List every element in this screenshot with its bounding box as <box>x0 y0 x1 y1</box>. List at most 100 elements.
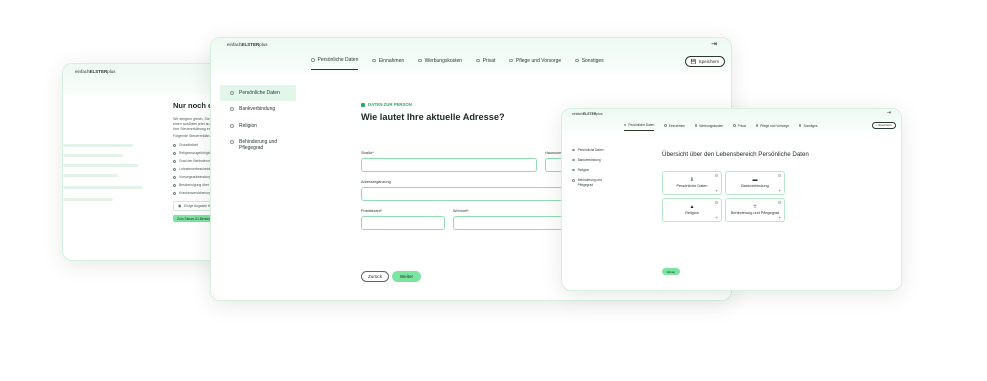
sidebar-item-behinderung[interactable]: Behinderung und Pflegegrad <box>572 175 606 189</box>
logout-icon[interactable]: ⇥ <box>711 40 717 48</box>
tab-sonstiges[interactable]: Sonstiges <box>575 57 604 70</box>
tab-privat[interactable]: Privat <box>476 57 495 70</box>
tab-label: Sonstiges <box>803 123 818 128</box>
list-item-label: Krankenversicherungs <box>179 191 213 195</box>
add-icon: + <box>715 188 718 193</box>
tab-einnahmen[interactable]: Einnahmen <box>372 57 404 70</box>
app-logo: einfachELSTERplus <box>227 42 268 47</box>
status-icon <box>572 148 575 152</box>
intro-line: Wir steigern gleich, Sie <box>173 117 210 121</box>
street-input[interactable] <box>361 158 537 172</box>
card-behinderung[interactable]: ☥ Behinderung und Pflegegrad + <box>725 198 785 222</box>
sidebar-item-religion[interactable]: Religion <box>220 118 296 134</box>
section-label: DATEN ZUR PERSON <box>361 102 412 107</box>
tab-werbungskosten[interactable]: Werbungskosten <box>418 57 462 70</box>
save-button[interactable]: ▪ Speichern <box>872 122 896 129</box>
tab-status-icon <box>799 124 802 127</box>
tab-persoenliche-daten[interactable]: Persönliche Daten <box>311 57 359 70</box>
church-icon: ▲ <box>689 204 695 210</box>
status-icon <box>572 178 575 182</box>
bullet-icon <box>173 159 176 163</box>
sidebar-item-persoenliche-daten[interactable]: Persönliche Daten <box>572 145 606 155</box>
list-item: Bescheinigung über <box>173 183 209 187</box>
info-icon: ℹ <box>691 177 693 183</box>
card-label: Persönliche Daten <box>676 184 708 188</box>
tab-werbungskosten[interactable]: Werbungskosten <box>694 123 723 131</box>
logo-prefix: einfach <box>75 69 90 74</box>
logo-name: ELSTER <box>89 69 108 74</box>
tab-label: Pflege und Vorsorge <box>515 57 562 64</box>
house-number-label: Hausnum <box>545 151 562 155</box>
info-icon: ▣ <box>178 204 182 208</box>
tab-pflege-vorsorge[interactable]: Pflege und Vorsorge <box>755 123 789 131</box>
logo-suffix: plus <box>596 112 603 116</box>
logo-suffix: plus <box>107 69 116 74</box>
sidebar-item-bankverbindung[interactable]: Bankverbindung <box>572 155 606 165</box>
intro-line: Ihre Steuererklärung er <box>173 127 210 131</box>
address-extra-input[interactable] <box>361 187 585 201</box>
sidebar-item-behinderung[interactable]: Behinderung und Pflegegrad <box>220 134 296 157</box>
list-item-label: Grad der Behinderun <box>179 159 211 163</box>
back-button[interactable]: Zurück <box>361 271 389 282</box>
card-persoenliche-daten[interactable]: ℹ Persönliche Daten + <box>662 171 722 195</box>
overview-app-window: einfachELSTERplus ⇥ Persönliche Daten Ei… <box>561 108 902 291</box>
save-label: Speichern <box>878 123 892 128</box>
logo-suffix: plus <box>259 42 268 47</box>
sidebar-item-religion[interactable]: Religion <box>572 165 606 175</box>
accessibility-icon: ☥ <box>753 204 757 210</box>
list-item-label: Grundfreibet <box>179 143 198 147</box>
section-text: DATEN ZUR PERSON <box>368 102 412 107</box>
zip-input[interactable] <box>361 216 445 230</box>
logo-prefix: einfach <box>227 42 242 47</box>
list-item: Religionszugehörigke <box>173 151 211 155</box>
bullet-icon <box>173 191 176 195</box>
next-button[interactable]: Weiter <box>392 271 421 282</box>
card-bankverbindung[interactable]: ▬ Bankverbindung + <box>725 171 785 195</box>
sidebar-item-label: Religion <box>239 122 258 129</box>
add-icon: + <box>715 215 718 220</box>
list-item: Vorsorgeaufwendunge <box>173 175 213 179</box>
sidebar-item-label: Persönliche Daten <box>239 90 280 96</box>
street-label: Straße* <box>361 151 374 155</box>
page-title: Wie lautet Ihre aktuelle Adresse? <box>361 112 505 122</box>
status-icon <box>230 139 234 144</box>
status-icon <box>230 123 234 128</box>
card-religion[interactable]: ▲ Religion + <box>662 198 722 222</box>
list-item: Grundfreibet <box>173 143 198 147</box>
tab-einnahmen[interactable]: Einnahmen <box>664 123 685 131</box>
next-button[interactable]: Weiter <box>662 268 680 275</box>
sidebar-item-bankverbindung[interactable]: Bankverbindung <box>220 101 296 117</box>
logo-prefix: einfach <box>572 112 583 116</box>
app-logo: einfachELSTERplus <box>572 112 603 116</box>
tab-status-icon <box>476 58 480 63</box>
status-icon <box>572 158 575 162</box>
tab-label: Persönliche Daten <box>628 123 655 127</box>
tab-persoenliche-daten[interactable]: Persönliche Daten <box>624 123 655 131</box>
tab-status-icon <box>694 124 698 127</box>
main-tabs: Persönliche Daten Einnahmen Werbungskost… <box>624 123 817 131</box>
bullet-icon <box>173 183 176 187</box>
tab-sonstiges[interactable]: Sonstiges <box>799 123 817 131</box>
tab-label: Privat <box>482 57 496 64</box>
bank-card-icon: ▬ <box>752 177 758 183</box>
tab-pflege-vorsorge[interactable]: Pflege und Vorsorge <box>509 57 561 70</box>
sidebar-item-label: Bankverbindung <box>239 106 276 113</box>
tab-status-icon <box>664 124 667 127</box>
list-item-label: Lohnsteuerbescheini <box>179 167 211 171</box>
bullet-icon <box>173 167 176 171</box>
logout-icon[interactable]: ⇥ <box>887 110 891 116</box>
sidebar-item-label: Religion <box>577 168 590 173</box>
list-item-label: Religionszugehörigke <box>179 151 212 155</box>
tab-privat[interactable]: Privat <box>733 123 746 131</box>
sidebar-item-label: Persönliche Daten <box>577 148 604 152</box>
tab-status-icon <box>575 58 579 63</box>
bullet-icon <box>173 151 176 155</box>
save-icon: 💾 <box>690 58 697 64</box>
sidebar-item-label: Bankverbindung <box>577 158 601 163</box>
address-extra-label: Adressergänzung <box>361 180 391 184</box>
tab-status-icon <box>509 58 513 63</box>
sidebar-item-persoenliche-daten[interactable]: Persönliche Daten <box>220 85 296 102</box>
save-button[interactable]: 💾 Speichern <box>685 56 725 67</box>
bullet-icon <box>173 175 176 179</box>
sidebar-item-label: Behinderung und Pflegegrad <box>239 138 278 151</box>
